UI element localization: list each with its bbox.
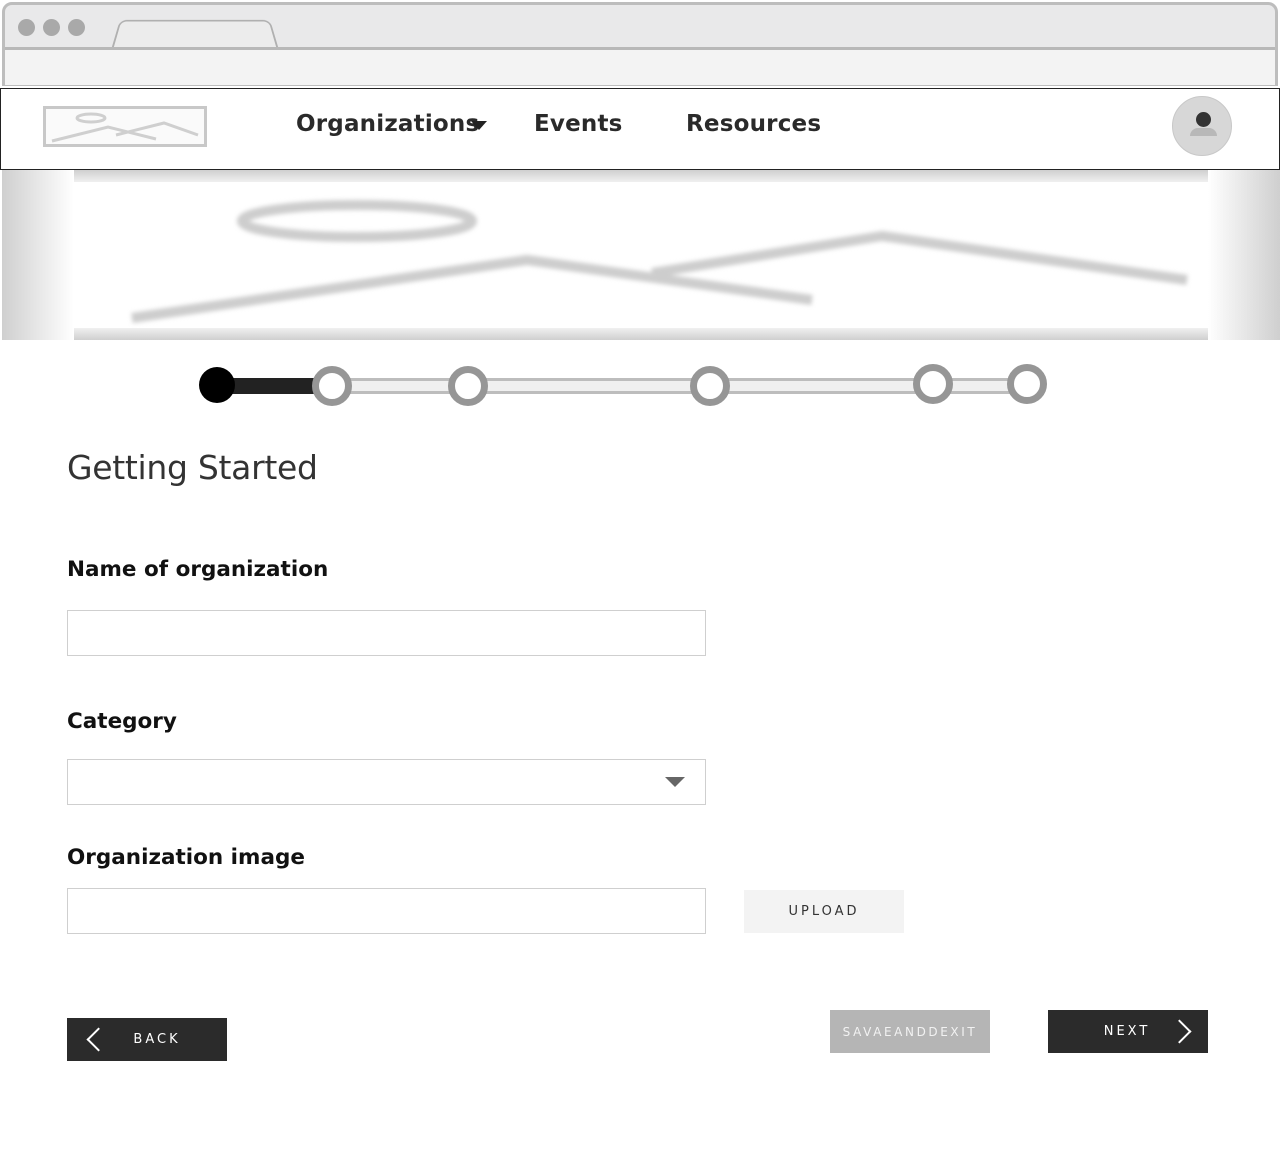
step-4-dot[interactable] bbox=[690, 366, 730, 406]
image-placeholder-icon bbox=[51, 112, 199, 143]
hero-banner-image bbox=[2, 170, 1280, 340]
browser-window-chrome bbox=[2, 2, 1278, 86]
window-minimize-dot-icon[interactable] bbox=[43, 19, 60, 36]
step-6-dot[interactable] bbox=[1007, 364, 1047, 404]
chevron-right-icon bbox=[1167, 1019, 1192, 1044]
next-button-label: NEXT bbox=[1103, 1024, 1151, 1039]
step-3-dot[interactable] bbox=[448, 366, 488, 406]
organization-name-input[interactable] bbox=[67, 610, 706, 656]
logo-image-placeholder[interactable] bbox=[43, 106, 207, 147]
name-field-label: Name of organization bbox=[67, 557, 329, 582]
nav-events[interactable]: Events bbox=[534, 111, 623, 137]
category-field-label: Category bbox=[67, 709, 177, 734]
chevron-down-icon[interactable] bbox=[471, 121, 487, 130]
window-maximize-dot-icon[interactable] bbox=[68, 19, 85, 36]
upload-button[interactable]: UPLOAD bbox=[744, 890, 904, 933]
back-button[interactable]: BACK bbox=[67, 1018, 227, 1061]
step-2-dot[interactable] bbox=[312, 366, 352, 406]
step-1-dot[interactable] bbox=[199, 367, 235, 403]
browser-tab[interactable] bbox=[111, 19, 279, 50]
back-button-label: BACK bbox=[133, 1032, 181, 1047]
step-5-dot[interactable] bbox=[913, 364, 953, 404]
user-icon-body bbox=[1190, 128, 1217, 136]
chevron-down-icon[interactable] bbox=[665, 777, 685, 787]
image-placeholder-icon bbox=[131, 200, 1188, 323]
nav-resources[interactable]: Resources bbox=[686, 111, 821, 137]
top-navbar: Organizations Events Resources bbox=[0, 88, 1280, 170]
image-field-label: Organization image bbox=[67, 845, 305, 870]
next-button[interactable]: NEXT bbox=[1048, 1010, 1208, 1053]
organization-image-input[interactable] bbox=[67, 888, 706, 934]
save-and-exit-button[interactable]: SAVAEANDDEXIT bbox=[830, 1010, 990, 1053]
progress-stepper bbox=[0, 340, 1281, 430]
address-bar[interactable] bbox=[5, 47, 1275, 85]
window-close-dot-icon[interactable] bbox=[18, 19, 35, 36]
category-select[interactable] bbox=[67, 759, 706, 805]
chevron-left-icon bbox=[86, 1027, 111, 1052]
page-title: Getting Started bbox=[67, 448, 318, 487]
nav-organizations[interactable]: Organizations bbox=[296, 111, 479, 137]
user-avatar[interactable] bbox=[1172, 96, 1232, 156]
user-icon bbox=[1196, 112, 1211, 127]
